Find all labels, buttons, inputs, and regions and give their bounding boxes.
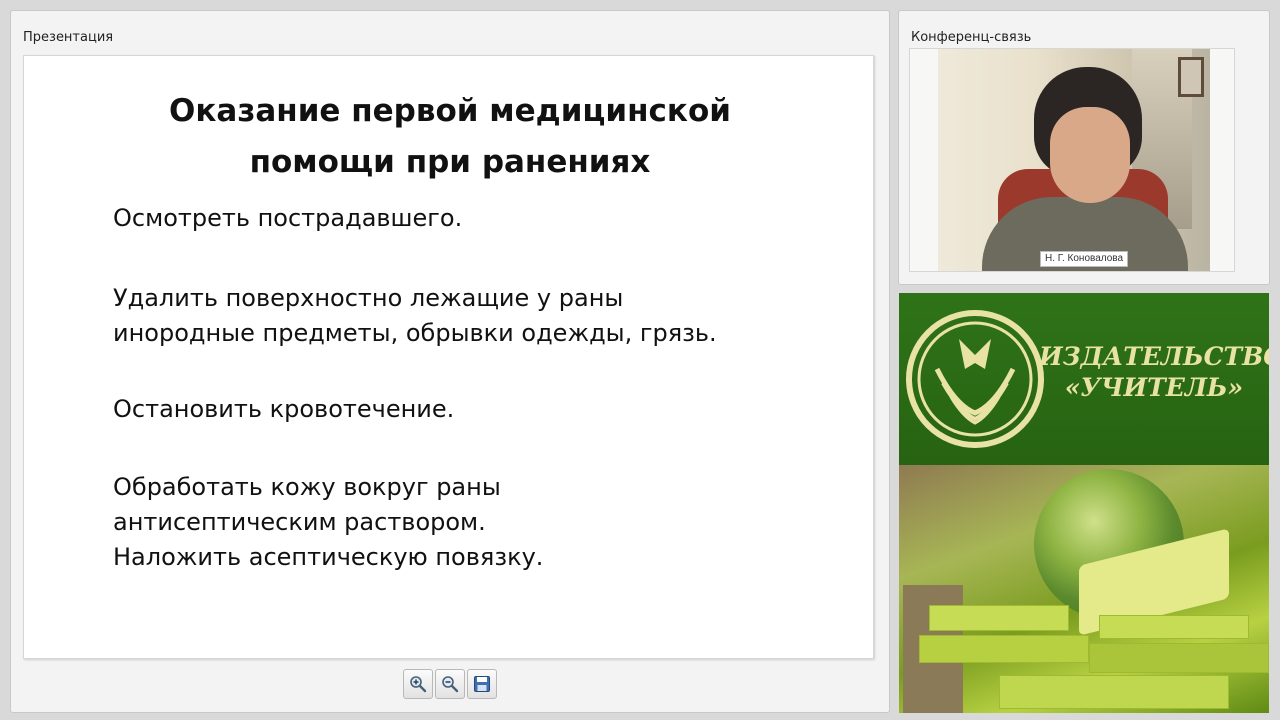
book-stack-item bbox=[999, 675, 1229, 709]
publisher-name: ИЗДАТЕЛЬСТВО «УЧИТЕЛЬ» bbox=[1039, 342, 1269, 402]
presentation-panel-title: Презентация bbox=[23, 30, 114, 45]
conference-panel: Конференц-связь Н. Г. Коновалова bbox=[898, 10, 1270, 285]
save-icon bbox=[474, 676, 490, 692]
zoom-in-icon bbox=[410, 676, 427, 693]
slide-item-2: Удалить поверхностно лежащие у раны инор… bbox=[113, 284, 717, 347]
slide-title: Оказание первой медицинской помощи при р… bbox=[169, 93, 731, 180]
zoom-out-button[interactable] bbox=[435, 669, 465, 699]
promo-image-books-globe bbox=[899, 465, 1269, 713]
video-feed bbox=[938, 49, 1212, 271]
speaker-name-label: Н. Г. Коновалова bbox=[1040, 251, 1129, 267]
presentation-toolbar bbox=[403, 669, 497, 699]
book-stack-item bbox=[919, 635, 1089, 663]
zoom-out-icon bbox=[442, 676, 459, 693]
book-stack-item bbox=[1099, 615, 1249, 639]
zoom-in-button[interactable] bbox=[403, 669, 433, 699]
save-button[interactable] bbox=[467, 669, 497, 699]
promo-header: ИЗДАТЕЛЬСТВО «УЧИТЕЛЬ» bbox=[899, 293, 1269, 465]
slide-item-1: Осмотреть пострадавшего. bbox=[113, 204, 463, 232]
publisher-promo: ИЗДАТЕЛЬСТВО «УЧИТЕЛЬ» bbox=[899, 293, 1269, 713]
video-letterbox-right bbox=[1210, 49, 1234, 271]
presentation-slide: Оказание первой медицинской помощи при р… bbox=[23, 55, 874, 659]
book-stack-item bbox=[929, 605, 1069, 631]
video-letterbox-left bbox=[910, 49, 938, 271]
video-background-picture bbox=[1178, 57, 1204, 97]
speaker-face bbox=[1050, 107, 1130, 203]
slide-item-4: Обработать кожу вокруг раны антисептичес… bbox=[113, 473, 544, 571]
publisher-logo-icon bbox=[906, 310, 1044, 448]
slide-item-3: Остановить кровотечение. bbox=[113, 395, 455, 423]
presentation-panel: Презентация Оказание первой медицинской … bbox=[10, 10, 890, 713]
speaker-video[interactable]: Н. Г. Коновалова bbox=[909, 48, 1235, 272]
conference-panel-title: Конференц-связь bbox=[911, 30, 1032, 45]
book-stack-item bbox=[1089, 643, 1269, 673]
